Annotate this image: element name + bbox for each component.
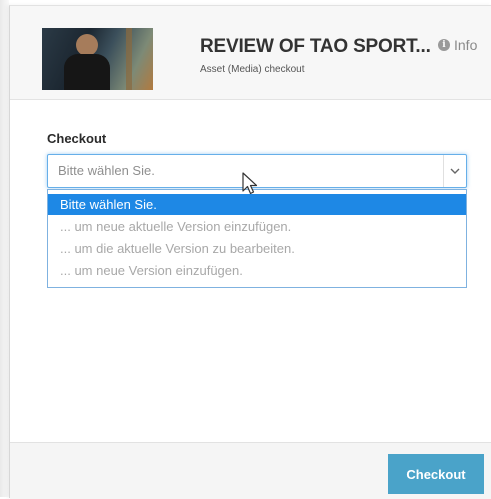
option-please-select[interactable]: Bitte wählen Sie. [48, 194, 466, 215]
checkout-button[interactable]: Checkout [388, 454, 484, 494]
info-circle-icon: i [438, 39, 450, 51]
option-insert-new-version[interactable]: ... um neue Version einzufügen. [48, 260, 466, 281]
asset-subtitle: Asset (Media) checkout [200, 64, 305, 75]
checkout-dialog: REVIEW OF TAO SPORT... Asset (Media) che… [9, 5, 491, 499]
info-link[interactable]: i Info [438, 37, 477, 53]
chevron-down-icon[interactable] [443, 155, 466, 187]
asset-title: REVIEW OF TAO SPORT... [200, 36, 431, 57]
option-edit-current-version[interactable]: ... um die aktuelle Version zu bearbeite… [48, 238, 466, 259]
asset-thumbnail [42, 28, 153, 90]
info-label: Info [454, 37, 478, 53]
dialog-header: REVIEW OF TAO SPORT... Asset (Media) che… [10, 6, 491, 100]
option-insert-new-current-version[interactable]: ... um neue aktuelle Version einzufügen. [48, 216, 466, 237]
checkout-options-list: Bitte wählen Sie. ... um neue aktuelle V… [47, 189, 467, 288]
mouse-cursor-icon [242, 172, 258, 195]
select-current-value: Bitte wählen Sie. [58, 163, 155, 178]
background-edge [0, 0, 9, 497]
dialog-footer: Checkout [10, 442, 491, 499]
checkout-field-label: Checkout [47, 131, 107, 146]
